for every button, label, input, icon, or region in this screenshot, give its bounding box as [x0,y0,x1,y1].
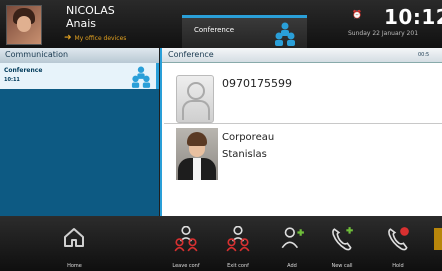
exit-conference-label: Exit conf [227,263,249,269]
participant-divider [164,123,442,124]
participant-placeholder-avatar [176,75,214,123]
photo-hair [187,132,207,146]
action-bar: Home Leave conf Exit conf Add New call H… [0,216,442,271]
add-participant-button[interactable]: Add [270,216,314,271]
conference-header-label: Conference [168,50,214,59]
home-icon [64,228,84,247]
participant-photo [176,128,218,180]
home-button[interactable]: Home [42,216,107,271]
exit-conference-button[interactable]: Exit conf [216,216,260,271]
leave-conference-button[interactable]: Leave conf [164,216,208,271]
tab-conference-label: Conference [194,26,235,34]
home-label: Home [67,263,82,269]
user-status[interactable]: ➜ My office devices [64,33,126,43]
clock-date: Sunday 22 January 201 [348,30,419,37]
user-status-label: My office devices [74,35,127,42]
add-participant-icon [281,227,304,249]
hold-call-label: Hold [392,263,404,269]
person-icon [187,82,205,100]
conference-duration: 00:5 [418,52,430,58]
photo-shirt [193,158,201,180]
avatar-face [17,16,31,32]
communication-header-label: Communication [5,50,69,59]
top-status-bar: NICOLAS Anais ➜ My office devices Confere… [0,0,442,51]
conference-icon [274,22,296,50]
clock-time: 10:12 [384,5,442,29]
participant-name-line2[interactable]: Stanislas [222,149,267,160]
communication-item-time: 10:11 [4,77,20,83]
communication-header: Communication [0,48,159,63]
new-call-label: New call [331,263,353,269]
more-actions-icon[interactable] [434,228,442,250]
communication-item-conference[interactable]: Conference 10:11 [0,63,159,89]
communication-panel: Communication Conference 10:11 [0,48,159,216]
person-body-shape [182,100,210,120]
new-call-button[interactable]: New call [320,216,364,271]
participant-name-line1[interactable]: Corporeau [222,132,274,143]
tab-conference[interactable]: Conference [182,15,307,51]
arrow-right-icon: ➜ [64,33,72,43]
add-participant-label: Add [287,263,297,269]
new-call-icon [332,227,353,251]
exit-conference-icon [226,226,250,252]
user-last-name: Anais [66,17,97,30]
user-avatar[interactable] [6,5,42,45]
conference-icon [131,66,151,92]
leave-conference-label: Leave conf [172,263,200,269]
user-first-name: NICOLAS [66,4,115,17]
hold-call-button[interactable]: Hold [376,216,420,271]
hold-call-icon [388,227,409,251]
conference-panel: Conference 00:5 0970175599 Corporeau Sta… [160,48,442,216]
participant-number[interactable]: 0970175599 [222,77,292,90]
leave-conference-icon [174,226,198,252]
communication-item-title: Conference [4,67,43,74]
alarm-icon: ⏰ [352,10,362,19]
conference-header: Conference 00:5 [162,48,442,63]
